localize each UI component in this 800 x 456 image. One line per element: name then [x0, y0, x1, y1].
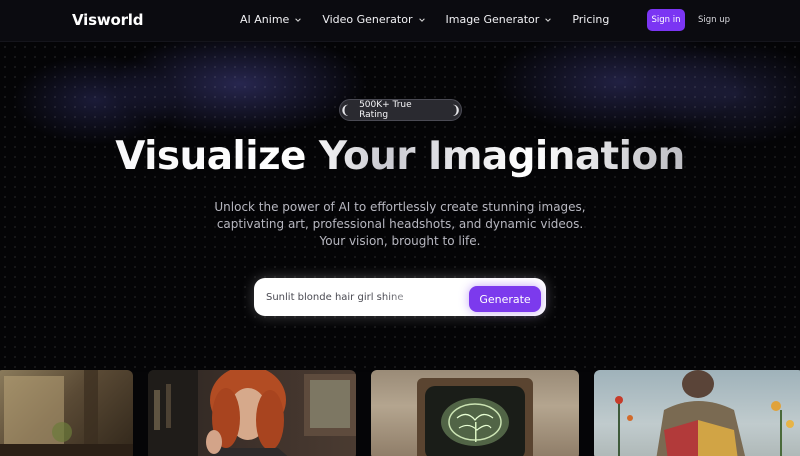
- sign-in-button[interactable]: Sign in: [647, 9, 685, 31]
- chevron-down-icon: [295, 17, 302, 22]
- brain-tv-image: [417, 378, 533, 456]
- hero-section: ❨ 500K+ True Rating ❩ Visualize Your Ima…: [0, 42, 800, 372]
- woman-portrait-image: [148, 370, 356, 456]
- gallery-card-interior-room[interactable]: [0, 370, 133, 456]
- main-menu: AI Anime Video Generator Image Generator…: [240, 13, 609, 26]
- gallery-card-woman-portrait[interactable]: [148, 370, 356, 456]
- menu-item-label: Pricing: [572, 13, 610, 26]
- interior-room-image: [0, 370, 133, 456]
- menu-item-pricing[interactable]: Pricing: [572, 13, 609, 26]
- prompt-input[interactable]: [266, 289, 461, 305]
- hero-title: Visualize Your Imagination: [0, 134, 800, 179]
- menu-item-label: AI Anime: [240, 13, 290, 26]
- laurel-left-icon: ❨: [340, 103, 351, 117]
- rating-badge: ❨ 500K+ True Rating ❩: [339, 99, 462, 121]
- laurel-right-icon: ❩: [450, 103, 461, 117]
- top-navbar: Visworld AI Anime Video Generator Image …: [0, 0, 800, 42]
- hero-subtitle: Unlock the power of AI to effortlessly c…: [214, 200, 586, 248]
- gallery-card-figure-flowers[interactable]: [594, 370, 800, 456]
- chevron-down-icon: [418, 17, 425, 22]
- figure-flowers-image: [615, 370, 794, 456]
- sign-up-link[interactable]: Sign up: [698, 15, 730, 25]
- chevron-down-icon: [545, 17, 552, 22]
- menu-item-image-generator[interactable]: Image Generator: [446, 13, 553, 26]
- example-gallery: [0, 370, 800, 456]
- rating-badge-label: 500K+ True Rating: [359, 100, 412, 120]
- menu-item-label: Video Generator: [322, 13, 413, 26]
- menu-item-label: Image Generator: [445, 13, 540, 26]
- menu-item-ai-anime[interactable]: AI Anime: [240, 13, 302, 26]
- generate-button[interactable]: Generate: [469, 286, 541, 312]
- menu-item-video-generator[interactable]: Video Generator: [322, 13, 425, 26]
- brand-logo[interactable]: Visworld: [72, 11, 143, 29]
- gallery-card-brain-tv[interactable]: [371, 370, 579, 456]
